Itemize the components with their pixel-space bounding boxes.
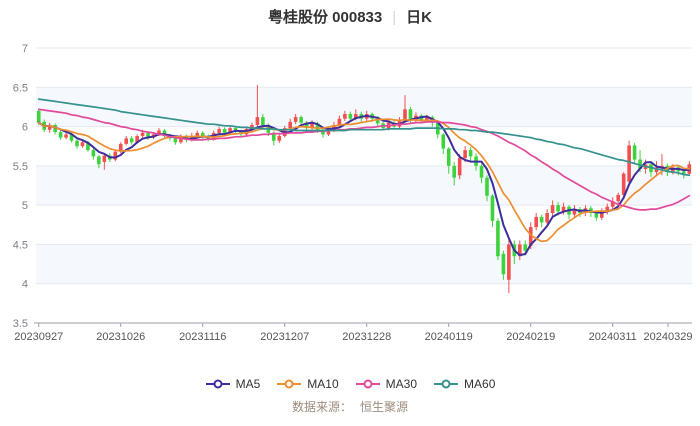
candle-body (255, 117, 260, 125)
legend-item-ma30[interactable]: MA30 (355, 377, 417, 391)
candle-body (343, 114, 347, 119)
candle-body (140, 132, 145, 136)
ma30-legend-marker (355, 379, 380, 389)
candle-body (479, 165, 484, 178)
candle-body (299, 117, 303, 123)
candle-body (496, 220, 500, 257)
x-axis-label: 20240329 (644, 331, 693, 343)
x-axis-label: 20231207 (260, 331, 309, 343)
y-axis-label: 4.5 (13, 239, 28, 251)
candle-body (616, 194, 620, 202)
candle-body (446, 148, 451, 166)
candle-body (64, 134, 68, 138)
candle-body (468, 150, 473, 157)
legend-item-ma5[interactable]: MA5 (205, 377, 261, 391)
candle-body (501, 253, 506, 275)
y-axis-label: 5 (22, 200, 28, 212)
candle-body (261, 117, 265, 125)
data-source-label: 数据来源： (291, 400, 352, 414)
legend-label: MA5 (235, 377, 261, 391)
data-source: 数据来源： 恒生聚源 (0, 398, 700, 415)
y-axis-label: 6 (22, 122, 28, 134)
chart-title: 粤桂股份 000833 | 日K (0, 0, 700, 28)
candle-body (102, 155, 107, 162)
x-axis-label: 20240119 (425, 331, 473, 343)
ma5-legend-marker (205, 379, 230, 389)
x-axis-label: 20240311 (589, 331, 637, 343)
ma10-legend-marker (277, 379, 302, 389)
candle-body (75, 140, 79, 147)
stock-title: 粤桂股份 000833 (268, 9, 383, 26)
candle-body (217, 128, 221, 133)
candle-body (80, 142, 85, 147)
candle-body (173, 138, 178, 143)
candle-body (277, 136, 282, 141)
candle-body (463, 150, 467, 158)
candle-body (523, 244, 528, 251)
kline-chart[interactable]: 7 6.5 6 5.5 5 4.5 4 3.520230927 20231026 20231116… (0, 28, 700, 368)
x-axis-label: 20231228 (342, 331, 391, 343)
candle-body (124, 138, 128, 144)
x-axis-label: 20230927 (14, 331, 63, 343)
title-separator: | (392, 9, 397, 26)
legend-label: MA60 (464, 377, 496, 391)
legend-item-ma10[interactable]: MA10 (276, 377, 339, 391)
candle-body (507, 244, 511, 280)
candle-body (195, 132, 200, 136)
x-axis-label: 20231026 (96, 331, 145, 343)
candle-body (337, 118, 342, 125)
x-axis: 20230927 20231026 20231116 20231207 20231228… (14, 322, 693, 343)
candle-body (545, 213, 549, 223)
candle-body (627, 145, 631, 182)
candle-body (403, 109, 407, 121)
candle-body (534, 216, 538, 228)
y-axis-label: 7 (22, 43, 28, 55)
y-axis-label: 4 (22, 279, 28, 291)
y-axis-label: 3.5 (13, 318, 28, 330)
legend-item-ma60[interactable]: MA60 (433, 377, 495, 391)
candle-body (97, 156, 101, 165)
period-label: 日K (406, 9, 432, 26)
kline-chart-page: 粤桂股份 000833 | 日K 7 6.5 6 5.5 5 4.5 4 3.5 20230927 2… (0, 0, 700, 415)
candle-body (621, 173, 626, 195)
candle-body (550, 205, 555, 213)
legend-label: MA30 (385, 377, 418, 391)
x-axis-label: 20240219 (506, 331, 555, 343)
candle-body (36, 110, 41, 123)
y-axis-labels: 7 6.5 6 5.5 5 4.5 4 3.5 (13, 43, 28, 330)
candle-body (452, 165, 456, 178)
y-axis-label: 5.5 (13, 161, 28, 173)
legend: MA5 MA10 MA30 MA60 (0, 374, 700, 394)
candle-body (632, 145, 637, 160)
candle-body (441, 134, 446, 149)
data-source-name: 恒生聚源 (360, 400, 409, 414)
x-axis-label: 20231116 (179, 331, 226, 343)
candle-body (222, 128, 227, 133)
candle-body (288, 121, 292, 129)
candle-body (539, 216, 544, 223)
candle-body (485, 177, 489, 196)
ma60-legend-marker (434, 379, 459, 389)
candle-body (594, 213, 599, 218)
candle-body (129, 138, 134, 143)
legend-label: MA10 (307, 377, 339, 391)
candle-body (58, 132, 63, 138)
candle-body (490, 195, 495, 221)
y-axis-label: 6.5 (13, 82, 28, 94)
candle-body (91, 150, 96, 157)
candle-body (293, 117, 298, 122)
candle-body (556, 205, 560, 212)
candle-body (457, 158, 462, 176)
candle-body (348, 114, 353, 119)
